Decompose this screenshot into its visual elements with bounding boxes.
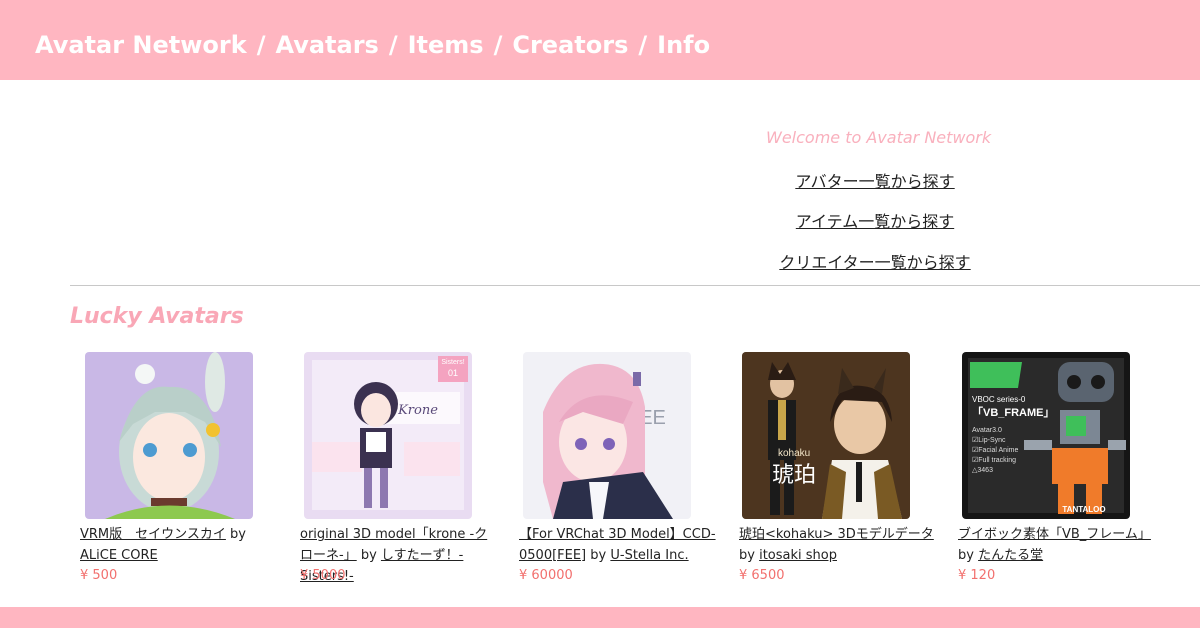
header-nav: Avatar Network / Avatars / Items / Creat… xyxy=(35,31,710,59)
avatar-price: ¥ 5000 xyxy=(300,568,346,583)
avatar-thumbnail[interactable]: kohaku 琥珀 xyxy=(742,352,910,519)
by-label: by xyxy=(958,548,974,563)
nav-separator: / xyxy=(388,31,398,59)
nav-separator: / xyxy=(256,31,266,59)
avatar-card-info: VRM版 セイウンスカイ by ALiCE CORE xyxy=(80,524,280,566)
creator-link[interactable]: itosaki shop xyxy=(759,548,837,563)
by-label: by xyxy=(739,548,755,563)
avatar-price: ¥ 500 xyxy=(80,568,118,583)
nav-separator: / xyxy=(638,31,648,59)
creator-link[interactable]: たんたる堂 xyxy=(978,548,1043,563)
avatar-price: ¥ 60000 xyxy=(519,568,573,583)
thumb-number-text: 01 xyxy=(448,368,458,378)
thumb-spec-text: ☑Lip-Sync xyxy=(972,436,1006,444)
avatar-title-link[interactable]: 琥珀<kohaku> 3Dモデルデータ xyxy=(739,527,934,542)
avatar-thumbnail[interactable]: VBOC series-0 「VB_FRAME」 Avatar3.0 ☑Lip-… xyxy=(962,352,1130,519)
avatar-title-link[interactable]: VRM版 セイウンスカイ xyxy=(80,527,226,542)
thumb-spec-text: ☑Facial Anime xyxy=(972,446,1018,454)
by-label: by xyxy=(590,548,607,563)
thumb-brand-text: TANTALOO xyxy=(1062,505,1105,514)
avatar-thumbnail[interactable]: FEE xyxy=(523,352,691,519)
avatar-thumbnail[interactable]: Sisters! 01 Krone xyxy=(304,352,472,519)
nav-info-link[interactable]: Info xyxy=(657,31,710,59)
lucky-avatars-heading: Lucky Avatars xyxy=(70,304,244,329)
site-header: Avatar Network / Avatars / Items / Creat… xyxy=(0,0,1200,80)
nav-avatars-link[interactable]: Avatars xyxy=(275,31,378,59)
nav-separator: / xyxy=(493,31,503,59)
by-label: by xyxy=(360,548,377,563)
thumb-frame-text: 「VB_FRAME」 xyxy=(972,405,1055,419)
avatar-card-info: 琥珀<kohaku> 3Dモデルデータ by itosaki shop xyxy=(739,524,939,566)
nav-home-link[interactable]: Avatar Network xyxy=(35,31,247,59)
nav-items-link[interactable]: Items xyxy=(408,31,484,59)
thumb-kohaku-text: kohaku xyxy=(778,448,810,459)
browse-creators-link[interactable]: クリエイター一覧から探す xyxy=(760,249,990,273)
thumb-series-text: VBOC series-0 xyxy=(972,395,1026,404)
thumb-spec-text: ☑Full tracking xyxy=(972,456,1016,464)
by-label: by xyxy=(230,527,246,542)
avatar-card-info: 【For VRChat 3D Model】CCD-0500[FEE] by U-… xyxy=(519,524,719,566)
thumb-name-text: Krone xyxy=(397,403,438,418)
creator-link[interactable]: ALiCE CORE xyxy=(80,548,158,563)
avatar-card-info: ブイボック素体「VB_フレーム」 by たんたる堂 xyxy=(958,524,1158,566)
site-footer xyxy=(0,607,1200,628)
thumb-kohaku-kanji: 琥珀 xyxy=(772,463,816,488)
nav-creators-link[interactable]: Creators xyxy=(512,31,628,59)
browse-avatars-link[interactable]: アバター一覧から探す xyxy=(760,168,990,192)
avatar-title-link[interactable]: ブイボック素体「VB_フレーム」 xyxy=(958,527,1151,542)
welcome-message: Welcome to Avatar Network xyxy=(766,128,992,147)
section-divider xyxy=(70,285,1200,286)
thumb-tag-text: Sisters! xyxy=(441,359,464,366)
thumb-poly-text: △3463 xyxy=(972,467,993,474)
avatar-price: ¥ 120 xyxy=(958,568,996,583)
creator-link[interactable]: U-Stella Inc. xyxy=(610,548,688,563)
thumb-spec-text: Avatar3.0 xyxy=(972,427,1002,434)
avatar-price: ¥ 6500 xyxy=(739,568,785,583)
browse-items-link[interactable]: アイテム一覧から探す xyxy=(760,208,990,232)
avatar-thumbnail[interactable] xyxy=(85,352,253,519)
